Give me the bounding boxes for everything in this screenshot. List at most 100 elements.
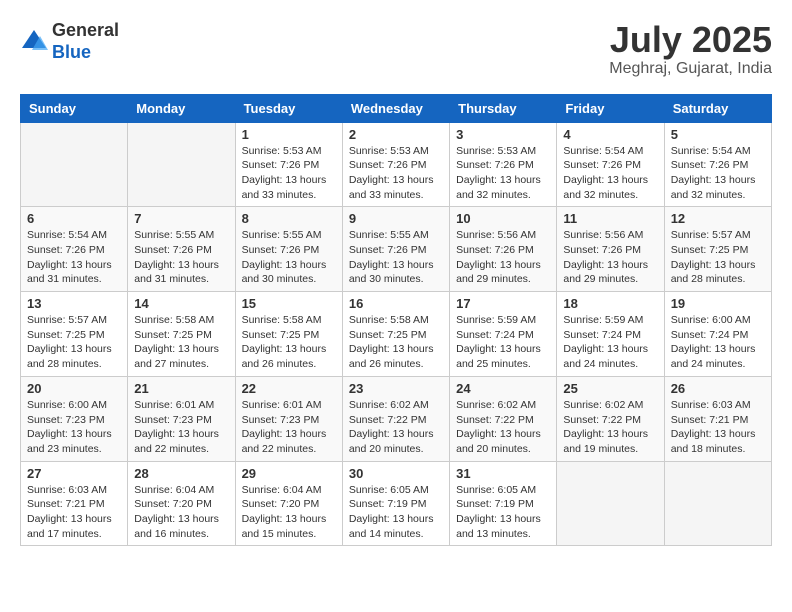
page-header: General Blue July 2025 Meghraj, Gujarat,…	[20, 20, 772, 78]
calendar-cell: 19 Sunrise: 6:00 AM Sunset: 7:24 PM Dayli…	[664, 292, 771, 377]
calendar-cell	[128, 122, 235, 207]
day-info: Sunrise: 6:04 AM Sunset: 7:20 PM Dayligh…	[134, 483, 228, 542]
day-info: Sunrise: 6:01 AM Sunset: 7:23 PM Dayligh…	[242, 398, 336, 457]
day-info: Sunrise: 5:53 AM Sunset: 7:26 PM Dayligh…	[349, 144, 443, 203]
day-info: Sunrise: 5:58 AM Sunset: 7:25 PM Dayligh…	[242, 313, 336, 372]
day-number: 27	[27, 466, 121, 481]
logo-general-text: General	[52, 20, 119, 40]
calendar-cell: 30 Sunrise: 6:05 AM Sunset: 7:19 PM Dayli…	[342, 461, 449, 546]
calendar-cell: 5 Sunrise: 5:54 AM Sunset: 7:26 PM Daylig…	[664, 122, 771, 207]
calendar-cell: 24 Sunrise: 6:02 AM Sunset: 7:22 PM Dayli…	[450, 376, 557, 461]
day-info: Sunrise: 6:00 AM Sunset: 7:24 PM Dayligh…	[671, 313, 765, 372]
calendar-cell	[557, 461, 664, 546]
calendar-cell: 31 Sunrise: 6:05 AM Sunset: 7:19 PM Dayli…	[450, 461, 557, 546]
day-number: 24	[456, 381, 550, 396]
calendar-day-header: Friday	[557, 94, 664, 122]
day-info: Sunrise: 5:54 AM Sunset: 7:26 PM Dayligh…	[27, 228, 121, 287]
calendar-day-header: Sunday	[21, 94, 128, 122]
day-number: 17	[456, 296, 550, 311]
day-number: 30	[349, 466, 443, 481]
day-info: Sunrise: 5:54 AM Sunset: 7:26 PM Dayligh…	[563, 144, 657, 203]
day-number: 16	[349, 296, 443, 311]
day-info: Sunrise: 6:02 AM Sunset: 7:22 PM Dayligh…	[349, 398, 443, 457]
day-info: Sunrise: 5:55 AM Sunset: 7:26 PM Dayligh…	[134, 228, 228, 287]
calendar-cell: 10 Sunrise: 5:56 AM Sunset: 7:26 PM Dayli…	[450, 207, 557, 292]
day-number: 4	[563, 127, 657, 142]
calendar-cell: 17 Sunrise: 5:59 AM Sunset: 7:24 PM Dayli…	[450, 292, 557, 377]
day-number: 7	[134, 211, 228, 226]
day-info: Sunrise: 5:57 AM Sunset: 7:25 PM Dayligh…	[671, 228, 765, 287]
day-info: Sunrise: 6:05 AM Sunset: 7:19 PM Dayligh…	[456, 483, 550, 542]
calendar-cell: 2Sunrise: 5:53 AM Sunset: 7:26 PM Daylig…	[342, 122, 449, 207]
day-number: 5	[671, 127, 765, 142]
day-info: Sunrise: 5:56 AM Sunset: 7:26 PM Dayligh…	[456, 228, 550, 287]
calendar-cell: 15 Sunrise: 5:58 AM Sunset: 7:25 PM Dayli…	[235, 292, 342, 377]
calendar-cell: 16Sunrise: 5:58 AM Sunset: 7:25 PM Dayli…	[342, 292, 449, 377]
day-number: 14	[134, 296, 228, 311]
day-info: Sunrise: 5:55 AM Sunset: 7:26 PM Dayligh…	[349, 228, 443, 287]
calendar-header-row: SundayMondayTuesdayWednesdayThursdayFrid…	[21, 94, 772, 122]
calendar-cell: 3 Sunrise: 5:53 AM Sunset: 7:26 PM Daylig…	[450, 122, 557, 207]
day-info: Sunrise: 5:59 AM Sunset: 7:24 PM Dayligh…	[456, 313, 550, 372]
calendar-cell: 23 Sunrise: 6:02 AM Sunset: 7:22 PM Dayli…	[342, 376, 449, 461]
day-info: Sunrise: 5:54 AM Sunset: 7:26 PM Dayligh…	[671, 144, 765, 203]
day-number: 26	[671, 381, 765, 396]
calendar-week-row: 20 Sunrise: 6:00 AM Sunset: 7:23 PM Dayli…	[21, 376, 772, 461]
day-number: 25	[563, 381, 657, 396]
calendar-cell: 28 Sunrise: 6:04 AM Sunset: 7:20 PM Dayli…	[128, 461, 235, 546]
calendar-day-header: Saturday	[664, 94, 771, 122]
day-number: 12	[671, 211, 765, 226]
day-number: 3	[456, 127, 550, 142]
calendar-cell: 14 Sunrise: 5:58 AM Sunset: 7:25 PM Dayli…	[128, 292, 235, 377]
calendar-day-header: Monday	[128, 94, 235, 122]
day-info: Sunrise: 5:53 AM Sunset: 7:26 PM Dayligh…	[242, 144, 336, 203]
day-info: Sunrise: 6:02 AM Sunset: 7:22 PM Dayligh…	[456, 398, 550, 457]
day-info: Sunrise: 6:02 AM Sunset: 7:22 PM Dayligh…	[563, 398, 657, 457]
day-number: 1	[242, 127, 336, 142]
day-number: 13	[27, 296, 121, 311]
logo-icon	[20, 28, 48, 56]
calendar-day-header: Thursday	[450, 94, 557, 122]
calendar-week-row: 27Sunrise: 6:03 AM Sunset: 7:21 PM Dayli…	[21, 461, 772, 546]
day-info: Sunrise: 6:05 AM Sunset: 7:19 PM Dayligh…	[349, 483, 443, 542]
calendar-cell: 22Sunrise: 6:01 AM Sunset: 7:23 PM Dayli…	[235, 376, 342, 461]
day-info: Sunrise: 5:56 AM Sunset: 7:26 PM Dayligh…	[563, 228, 657, 287]
location: Meghraj, Gujarat, India	[609, 60, 772, 78]
calendar-cell: 18Sunrise: 5:59 AM Sunset: 7:24 PM Dayli…	[557, 292, 664, 377]
day-info: Sunrise: 5:58 AM Sunset: 7:25 PM Dayligh…	[134, 313, 228, 372]
calendar-cell	[664, 461, 771, 546]
day-info: Sunrise: 6:01 AM Sunset: 7:23 PM Dayligh…	[134, 398, 228, 457]
calendar-cell: 25 Sunrise: 6:02 AM Sunset: 7:22 PM Dayli…	[557, 376, 664, 461]
day-info: Sunrise: 5:59 AM Sunset: 7:24 PM Dayligh…	[563, 313, 657, 372]
calendar-cell: 7 Sunrise: 5:55 AM Sunset: 7:26 PM Daylig…	[128, 207, 235, 292]
day-number: 23	[349, 381, 443, 396]
day-number: 11	[563, 211, 657, 226]
calendar-cell: 9Sunrise: 5:55 AM Sunset: 7:26 PM Daylig…	[342, 207, 449, 292]
calendar-cell: 11 Sunrise: 5:56 AM Sunset: 7:26 PM Dayli…	[557, 207, 664, 292]
calendar-cell: 6Sunrise: 5:54 AM Sunset: 7:26 PM Daylig…	[21, 207, 128, 292]
day-number: 28	[134, 466, 228, 481]
calendar-cell: 1 Sunrise: 5:53 AM Sunset: 7:26 PM Daylig…	[235, 122, 342, 207]
title-section: July 2025 Meghraj, Gujarat, India	[609, 20, 772, 78]
calendar-cell: 13 Sunrise: 5:57 AM Sunset: 7:25 PM Dayli…	[21, 292, 128, 377]
day-number: 31	[456, 466, 550, 481]
day-info: Sunrise: 5:53 AM Sunset: 7:26 PM Dayligh…	[456, 144, 550, 203]
day-number: 8	[242, 211, 336, 226]
day-info: Sunrise: 6:04 AM Sunset: 7:20 PM Dayligh…	[242, 483, 336, 542]
calendar-day-header: Wednesday	[342, 94, 449, 122]
calendar-week-row: 6Sunrise: 5:54 AM Sunset: 7:26 PM Daylig…	[21, 207, 772, 292]
day-number: 10	[456, 211, 550, 226]
day-number: 21	[134, 381, 228, 396]
calendar-cell	[21, 122, 128, 207]
calendar-cell: 12 Sunrise: 5:57 AM Sunset: 7:25 PM Dayli…	[664, 207, 771, 292]
day-number: 20	[27, 381, 121, 396]
day-info: Sunrise: 6:00 AM Sunset: 7:23 PM Dayligh…	[27, 398, 121, 457]
day-info: Sunrise: 6:03 AM Sunset: 7:21 PM Dayligh…	[671, 398, 765, 457]
calendar-week-row: 13 Sunrise: 5:57 AM Sunset: 7:25 PM Dayli…	[21, 292, 772, 377]
day-number: 19	[671, 296, 765, 311]
day-number: 15	[242, 296, 336, 311]
day-number: 29	[242, 466, 336, 481]
month-title: July 2025	[609, 20, 772, 60]
day-info: Sunrise: 5:57 AM Sunset: 7:25 PM Dayligh…	[27, 313, 121, 372]
calendar-cell: 4 Sunrise: 5:54 AM Sunset: 7:26 PM Daylig…	[557, 122, 664, 207]
